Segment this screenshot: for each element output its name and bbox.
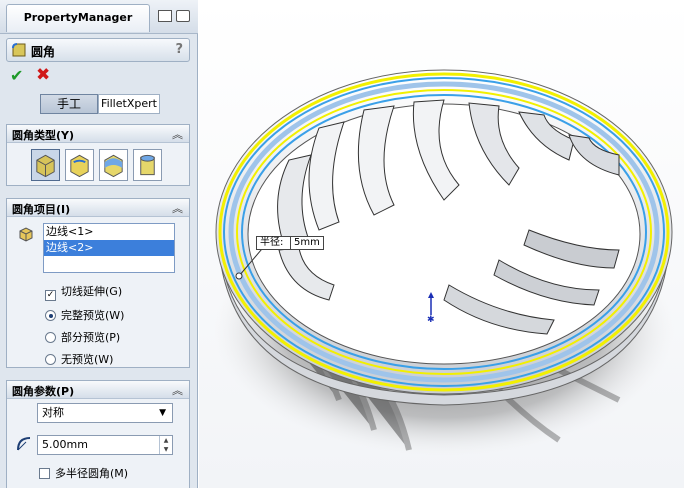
constant-radius-fillet-icon[interactable] [31, 149, 60, 181]
no-preview-option[interactable]: 无预览(W) [45, 351, 113, 367]
tab-property-manager[interactable]: PropertyManager [6, 4, 150, 32]
tangent-propagation-label: 切线延伸(G) [61, 285, 123, 298]
multi-radius-checkbox[interactable] [39, 468, 50, 479]
edge-selection-icon [19, 227, 33, 242]
filletxpert-mode-button[interactable]: FilletXpert [98, 94, 160, 114]
split-view-icon[interactable] [158, 10, 172, 22]
tangent-propagation-checkbox[interactable]: ✓ [45, 290, 56, 301]
profile-dropdown[interactable]: 对称 ▼ [37, 403, 173, 423]
list-item-edge-2[interactable]: 边线<2> [44, 240, 174, 256]
feature-title: 圆角 [31, 45, 56, 59]
fillet-items-group: 圆角项目(I) ︽ 边线<1> 边线<2> ✓ 切线延伸(G) 完整预览(W) 部… [6, 198, 190, 368]
help-icon[interactable]: ? [175, 42, 183, 57]
cancel-x-icon[interactable]: ✖ [36, 65, 50, 85]
feature-header: 圆角 ? [6, 38, 190, 62]
edge-selection-list[interactable]: 边线<1> 边线<2> [43, 223, 175, 273]
collapse-chevron-icon[interactable]: ︽ [172, 126, 183, 142]
partial-preview-option[interactable]: 部分预览(P) [45, 329, 120, 345]
full-round-fillet-icon[interactable] [133, 149, 162, 181]
fillet-params-group: 圆角参数(P) ︽ 对称 ▼ 5.00mm ▲ ▼ 多半径圆角(M) [6, 380, 190, 488]
fillet-items-header[interactable]: 圆角项目(I) ︽ [7, 199, 189, 217]
radius-input[interactable]: 5.00mm ▲ ▼ [37, 435, 173, 455]
fillet-type-header[interactable]: 圆角类型(Y) ︽ [7, 125, 189, 143]
svg-text:✱: ✱ [427, 315, 435, 325]
collapse-chevron-icon[interactable]: ︽ [172, 382, 183, 398]
manual-mode-button[interactable]: 手工 [40, 94, 98, 114]
full-preview-label: 完整预览(W) [61, 309, 125, 322]
multi-radius-option[interactable]: 多半径圆角(M) [39, 465, 128, 481]
variable-radius-fillet-icon[interactable] [65, 149, 94, 181]
full-preview-option[interactable]: 完整预览(W) [45, 307, 124, 323]
radius-callout-label: 半径: [260, 237, 284, 248]
fillet-feature-icon [12, 43, 26, 57]
radius-callout-value[interactable]: 5mm [290, 237, 324, 249]
pin-icon[interactable] [176, 10, 190, 22]
fillet-params-header[interactable]: 圆角参数(P) ︽ [7, 381, 189, 399]
panel-tab-icons [158, 10, 194, 24]
property-manager-panel: PropertyManager 圆角 ? ✔ ✖ 手工 FilletXpert … [0, 0, 198, 488]
radius-icon [17, 437, 31, 451]
ok-check-icon[interactable]: ✔ [10, 66, 23, 85]
tangent-propagation-option[interactable]: ✓ 切线延伸(G) [45, 283, 122, 301]
fillet-items-title: 圆角项目(I) [12, 203, 71, 216]
radius-value: 5.00mm [42, 438, 88, 451]
no-preview-label: 无预览(W) [61, 353, 114, 366]
fillet-type-group: 圆角类型(Y) ︽ [6, 124, 190, 186]
no-preview-radio[interactable] [45, 354, 56, 365]
radius-spinner[interactable]: ▲ ▼ [159, 436, 172, 454]
partial-preview-label: 部分预览(P) [61, 331, 121, 344]
chevron-down-icon[interactable]: ▼ [159, 404, 166, 422]
collapse-chevron-icon[interactable]: ︽ [172, 200, 183, 216]
fillet-type-title: 圆角类型(Y) [12, 129, 75, 142]
profile-value: 对称 [42, 406, 64, 419]
full-preview-radio[interactable] [45, 310, 56, 321]
radius-callout[interactable]: 半径: 5mm [256, 236, 324, 250]
multi-radius-label: 多半径圆角(M) [55, 467, 129, 480]
face-fillet-icon[interactable] [99, 149, 128, 181]
panel-tab-bar: PropertyManager [0, 0, 198, 34]
fillet-params-title: 圆角参数(P) [12, 385, 75, 398]
partial-preview-radio[interactable] [45, 332, 56, 343]
callout-anchor [235, 272, 243, 280]
list-item-edge-1[interactable]: 边线<1> [44, 224, 174, 240]
